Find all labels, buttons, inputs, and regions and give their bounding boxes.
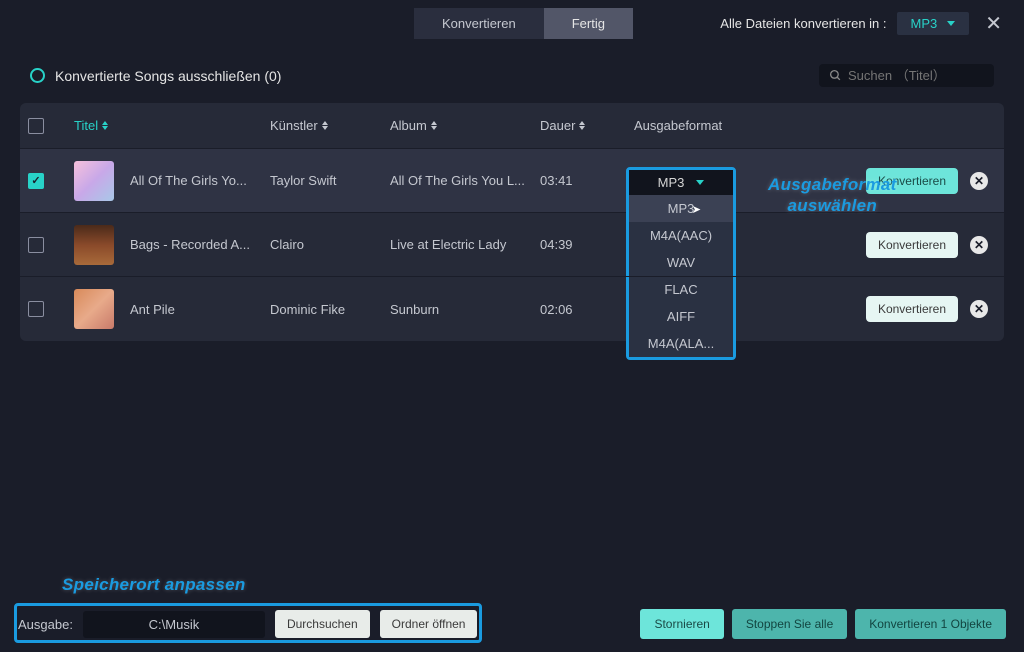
convert-button[interactable]: Konvertieren — [866, 168, 958, 194]
table-row: Ant Pile Dominic Fike Sunburn 02:06 Konv… — [20, 277, 1004, 341]
global-format-select[interactable]: MP3 — [897, 12, 970, 35]
col-artist[interactable]: Künstler — [270, 118, 390, 133]
cell-artist: Taylor Swift — [270, 173, 390, 188]
tab-done[interactable]: Fertig — [544, 8, 633, 39]
stop-all-button[interactable]: Stoppen Sie alle — [732, 609, 847, 639]
table-header: Titel Künstler Album Dauer Ausgabeformat — [20, 103, 1004, 149]
remove-row-icon[interactable]: ✕ — [970, 172, 988, 190]
cell-duration: 04:39 — [540, 237, 634, 252]
remove-row-icon[interactable]: ✕ — [970, 300, 988, 318]
browse-button[interactable]: Durchsuchen — [275, 610, 370, 638]
cell-artist: Dominic Fike — [270, 302, 390, 317]
bottombar: Ausgabe: C:\Musik Durchsuchen Ordner öff… — [18, 606, 1006, 642]
cell-album: Live at Electric Lady — [390, 237, 540, 252]
exclude-label: Konvertierte Songs ausschließen (0) — [55, 68, 281, 84]
album-art — [74, 225, 114, 265]
song-table: Titel Künstler Album Dauer Ausgabeformat… — [20, 103, 1004, 341]
col-duration[interactable]: Dauer — [540, 118, 634, 133]
col-output: Ausgabeformat — [634, 118, 784, 133]
annotation-location: Speicherort anpassen — [62, 574, 246, 595]
row-checkbox[interactable] — [28, 237, 44, 253]
exclude-toggle[interactable] — [30, 68, 45, 83]
cell-title: Bags - Recorded A... — [130, 237, 270, 252]
chevron-down-icon — [947, 21, 955, 26]
chevron-down-icon — [696, 180, 704, 185]
top-tabs: Konvertieren Fertig — [414, 8, 633, 39]
table-row: All Of The Girls Yo... Taylor Swift All … — [20, 149, 1004, 213]
cell-album: All Of The Girls You L... — [390, 173, 540, 188]
cell-title: All Of The Girls Yo... — [130, 173, 270, 188]
output-label: Ausgabe: — [18, 617, 73, 632]
cell-artist: Clairo — [270, 237, 390, 252]
convert-button[interactable]: Konvertieren — [866, 296, 958, 322]
row-checkbox[interactable] — [28, 173, 44, 189]
table-row: Bags - Recorded A... Clairo Live at Elec… — [20, 213, 1004, 277]
topbar: Konvertieren Fertig Alle Dateien konvert… — [0, 0, 1024, 46]
tab-convert[interactable]: Konvertieren — [414, 8, 544, 39]
cell-duration: 03:41 — [540, 173, 634, 188]
output-path[interactable]: C:\Musik — [83, 611, 265, 638]
cell-title: Ant Pile — [130, 302, 270, 317]
search-input[interactable] — [848, 68, 984, 83]
remove-row-icon[interactable]: ✕ — [970, 236, 988, 254]
open-folder-button[interactable]: Ordner öffnen — [380, 610, 478, 638]
convert-n-button[interactable]: Konvertieren 1 Objekte — [855, 609, 1006, 639]
search-icon — [829, 69, 842, 82]
select-all-checkbox[interactable] — [28, 118, 44, 134]
search-wrap[interactable] — [819, 64, 994, 87]
topbar-right: Alle Dateien konvertieren in : MP3 ✕ — [720, 11, 1008, 36]
album-art — [74, 289, 114, 329]
row-checkbox[interactable] — [28, 301, 44, 317]
cancel-button[interactable]: Stornieren — [640, 609, 723, 639]
all-files-label: Alle Dateien konvertieren in : — [720, 16, 886, 31]
global-format-value: MP3 — [911, 16, 938, 31]
format-selected[interactable]: MP3 — [629, 170, 733, 195]
close-icon[interactable]: ✕ — [979, 11, 1008, 36]
col-album[interactable]: Album — [390, 118, 540, 133]
col-title[interactable]: Titel — [74, 118, 270, 133]
toolbar: Konvertierte Songs ausschließen (0) — [0, 46, 1024, 97]
convert-button[interactable]: Konvertieren — [866, 232, 958, 258]
album-art — [74, 161, 114, 201]
cell-album: Sunburn — [390, 302, 540, 317]
cell-duration: 02:06 — [540, 302, 634, 317]
sort-icon — [102, 121, 108, 130]
